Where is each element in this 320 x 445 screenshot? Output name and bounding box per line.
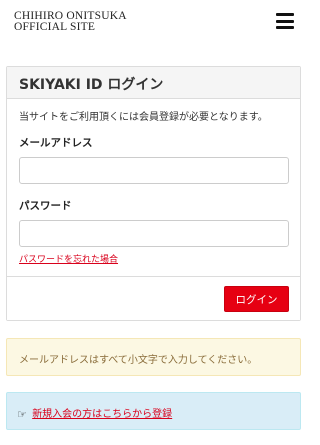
register-link[interactable]: 新規入会の方はこちらから登録: [32, 409, 172, 420]
menu-bar: [276, 19, 294, 23]
login-form: 当サイトをご利用頂くには会員登録が必要となります。 メールアドレス パスワード …: [7, 99, 300, 277]
menu-bar: [276, 26, 294, 29]
site-header: CHIHIRO ONITSUKA OFFICIAL SITE: [0, 0, 307, 48]
hamburger-menu-icon[interactable]: [276, 13, 294, 29]
register-info: ☞ 新規入会の方はこちらから登録: [6, 392, 301, 430]
membership-note: 当サイトをご利用頂くには会員登録が必要となります。: [19, 112, 268, 123]
login-panel-title: SKIYAKI ID ログイン: [7, 67, 300, 99]
lowercase-warning: メールアドレスはすべて小文字で入力してください。: [6, 338, 301, 376]
email-label: メールアドレス: [19, 137, 93, 149]
logo-line-2: OFFICIAL SITE: [14, 21, 96, 33]
login-panel: SKIYAKI ID ログイン 当サイトをご利用頂くには会員登録が必要となります…: [6, 66, 301, 321]
password-field[interactable]: [19, 220, 289, 247]
email-field[interactable]: [19, 157, 289, 184]
hand-pointing-right-icon: ☞: [17, 408, 27, 421]
login-button[interactable]: ログイン: [224, 286, 289, 312]
forgot-password-link[interactable]: パスワードを忘れた場合: [19, 252, 118, 265]
password-label: パスワード: [19, 200, 72, 212]
login-panel-footer: ログイン: [7, 276, 300, 320]
site-logo[interactable]: CHIHIRO ONITSUKA OFFICIAL SITE: [14, 10, 127, 33]
menu-bar: [276, 13, 294, 16]
